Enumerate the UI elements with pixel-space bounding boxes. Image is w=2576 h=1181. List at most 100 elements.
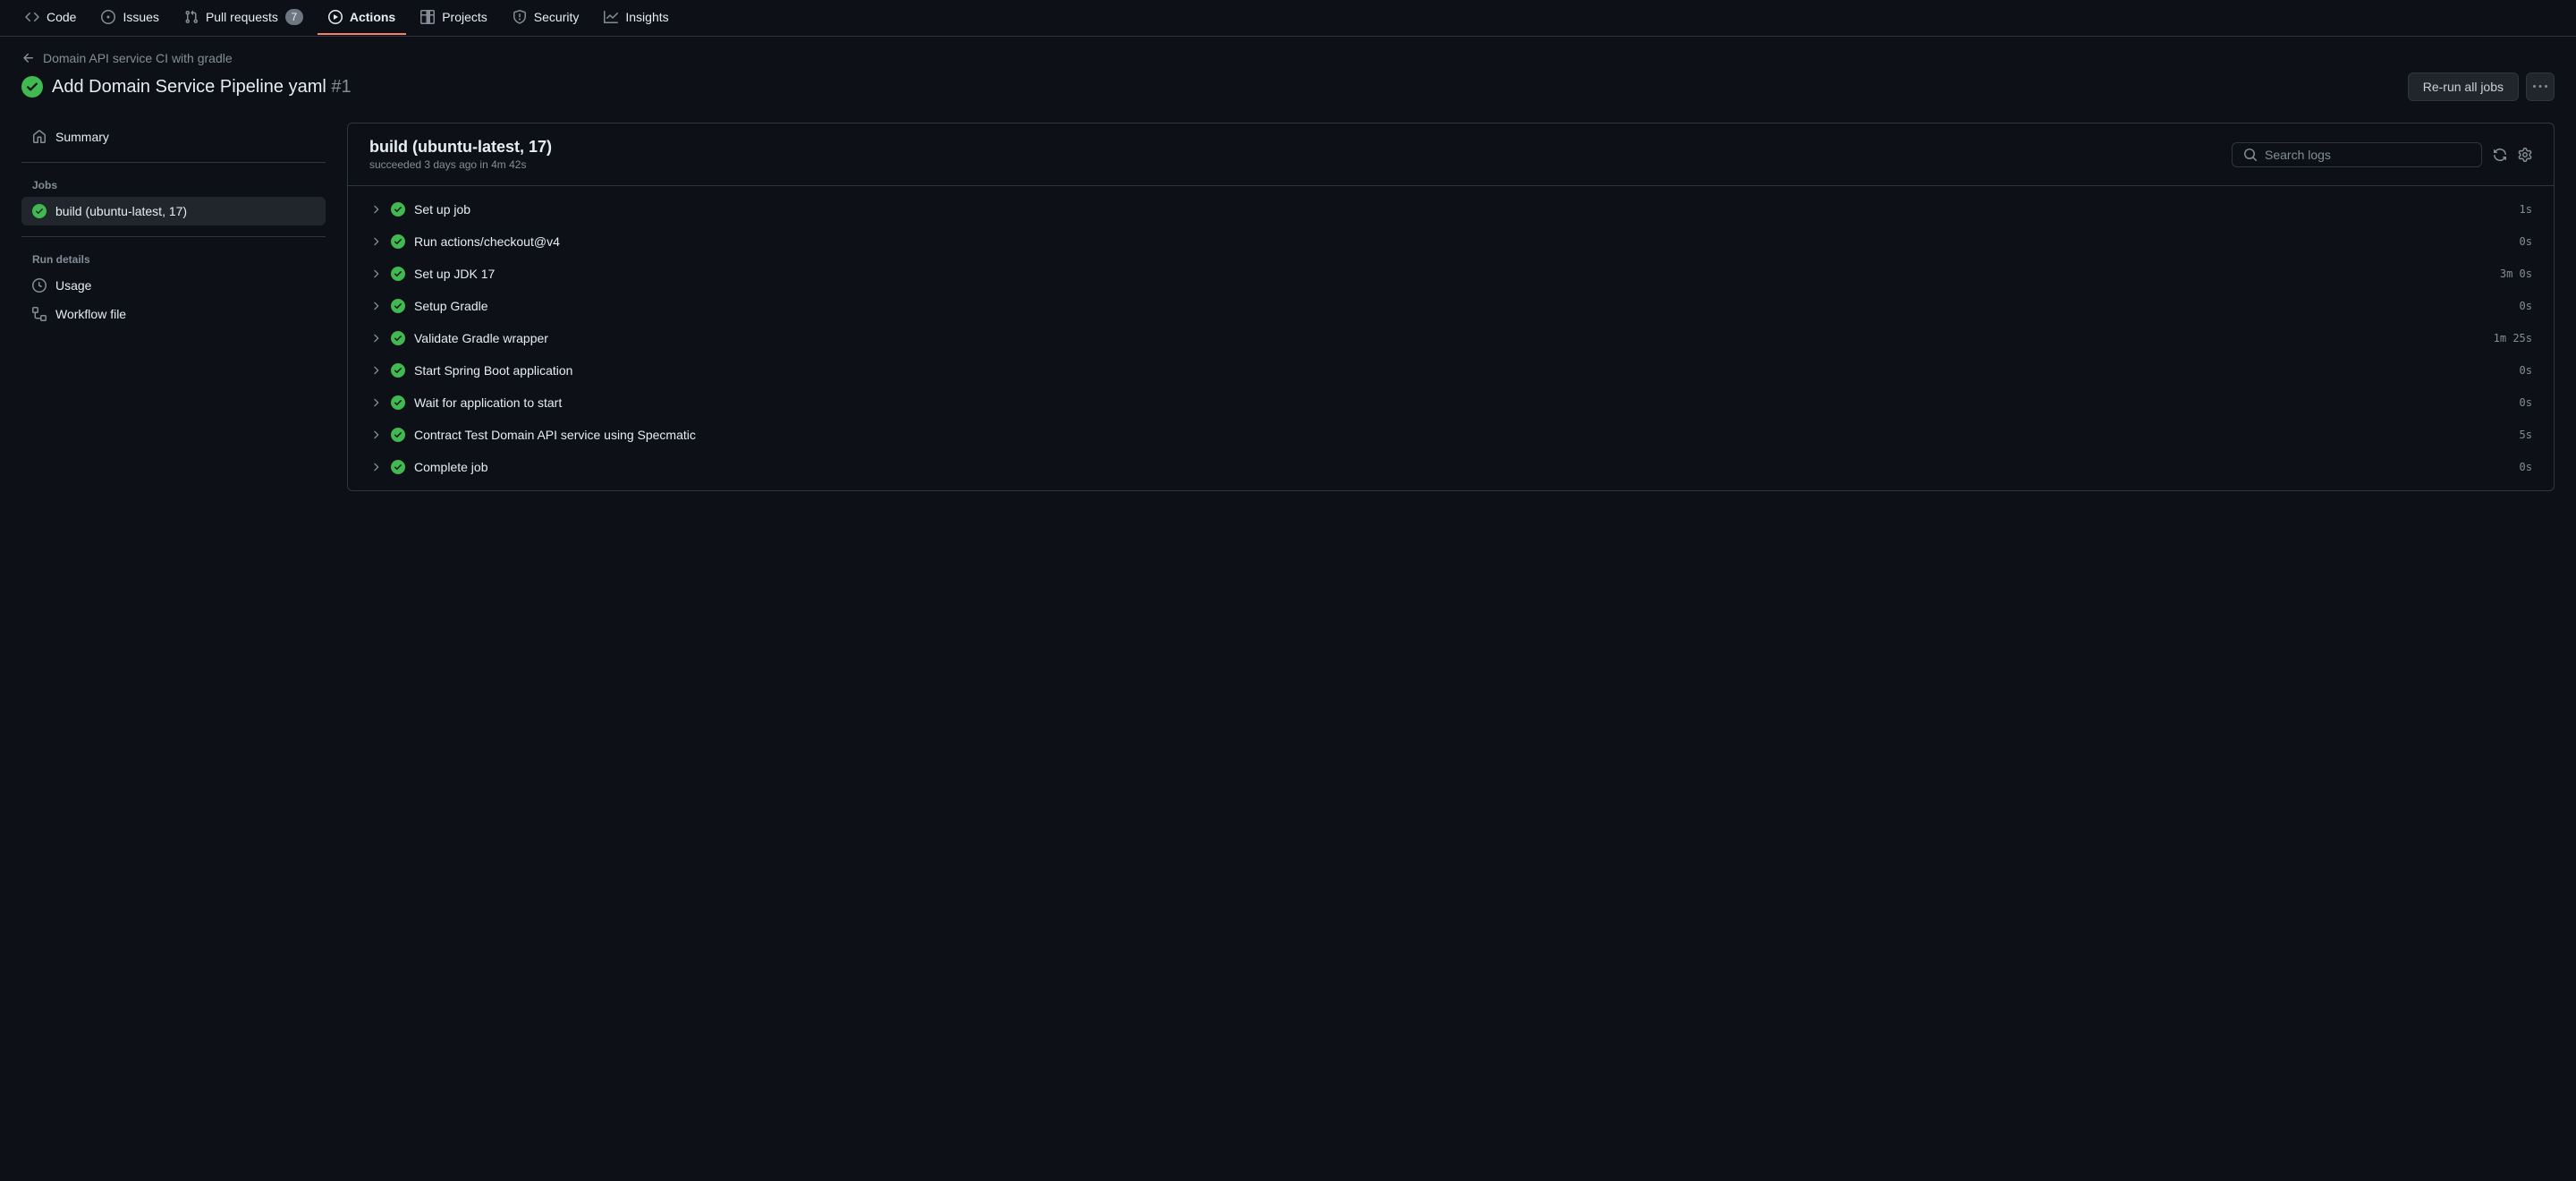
chevron-right-icon: [369, 300, 382, 312]
success-check-icon: [391, 202, 405, 217]
step-row[interactable]: Contract Test Domain API service using S…: [348, 419, 2554, 451]
step-row[interactable]: Validate Gradle wrapper 1m 25s: [348, 322, 2554, 354]
kebab-icon: [2533, 80, 2547, 94]
step-row[interactable]: Complete job 0s: [348, 451, 2554, 483]
nav-code-label: Code: [47, 10, 76, 24]
success-check-icon: [32, 204, 47, 218]
sidebar: Summary Jobs build (ubuntu-latest, 17) R…: [21, 123, 326, 491]
pull-request-icon: [184, 10, 199, 24]
step-row[interactable]: Setup Gradle 0s: [348, 290, 2554, 322]
chevron-right-icon: [369, 203, 382, 216]
success-check-icon: [391, 299, 405, 313]
nav-security[interactable]: Security: [502, 1, 590, 35]
home-icon: [32, 130, 47, 144]
success-check-icon: [391, 331, 405, 345]
nav-insights-label: Insights: [625, 10, 668, 24]
job-item-label: build (ubuntu-latest, 17): [55, 204, 187, 218]
content-layout: Summary Jobs build (ubuntu-latest, 17) R…: [21, 123, 2555, 491]
chevron-right-icon: [369, 396, 382, 409]
run-title-text: Add Domain Service Pipeline yaml: [52, 77, 326, 97]
repo-nav: Code Issues Pull requests 7 Actions Proj…: [0, 0, 2576, 37]
code-icon: [25, 10, 39, 24]
chevron-right-icon: [369, 235, 382, 248]
more-options-button[interactable]: [2526, 72, 2555, 101]
chevron-right-icon: [369, 268, 382, 280]
run-details-heading: Run details: [21, 248, 326, 271]
nav-actions[interactable]: Actions: [318, 1, 406, 35]
step-name: Setup Gradle: [414, 299, 2511, 313]
nav-issues-label: Issues: [123, 10, 158, 24]
search-box[interactable]: [2232, 142, 2482, 167]
step-name: Contract Test Domain API service using S…: [414, 428, 2511, 442]
nav-insights[interactable]: Insights: [593, 1, 679, 35]
nav-projects-label: Projects: [442, 10, 487, 24]
main-panel: build (ubuntu-latest, 17) succeeded 3 da…: [347, 123, 2555, 491]
step-duration: 0s: [2520, 364, 2532, 377]
rerun-button[interactable]: Re-run all jobs: [2408, 72, 2519, 101]
sidebar-usage-label: Usage: [55, 278, 91, 293]
step-name: Set up job: [414, 202, 2511, 217]
sidebar-summary-label: Summary: [55, 130, 109, 144]
steps-list: Set up job 1s Run actions/checkout@v4 0s…: [348, 186, 2554, 490]
issue-icon: [101, 10, 115, 24]
step-duration: 0s: [2520, 396, 2532, 409]
nav-issues[interactable]: Issues: [90, 1, 169, 35]
step-name: Start Spring Boot application: [414, 363, 2511, 378]
graph-icon: [604, 10, 618, 24]
step-row[interactable]: Wait for application to start 0s: [348, 387, 2554, 419]
sidebar-workflow-file[interactable]: Workflow file: [21, 300, 326, 328]
step-name: Set up JDK 17: [414, 267, 2491, 281]
panel-controls: [2232, 142, 2532, 167]
title-row: Add Domain Service Pipeline yaml #1: [21, 76, 352, 98]
breadcrumb-workflow-link[interactable]: Domain API service CI with gradle: [43, 51, 233, 65]
step-name: Run actions/checkout@v4: [414, 234, 2511, 249]
panel-header: build (ubuntu-latest, 17) succeeded 3 da…: [348, 123, 2554, 186]
divider: [21, 162, 326, 163]
shield-icon: [513, 10, 527, 24]
step-row[interactable]: Start Spring Boot application 0s: [348, 354, 2554, 387]
gear-icon[interactable]: [2518, 148, 2532, 162]
panel-subtitle: succeeded 3 days ago in 4m 42s: [369, 158, 552, 171]
table-icon: [420, 10, 435, 24]
step-row[interactable]: Set up job 1s: [348, 193, 2554, 225]
panel-title-group: build (ubuntu-latest, 17) succeeded 3 da…: [369, 138, 552, 171]
divider: [21, 236, 326, 237]
meter-icon: [32, 278, 47, 293]
job-item-build[interactable]: build (ubuntu-latest, 17): [21, 197, 326, 225]
step-duration: 1s: [2520, 203, 2532, 216]
nav-pulls[interactable]: Pull requests 7: [174, 0, 314, 36]
play-icon: [328, 10, 343, 24]
sidebar-workflow-file-label: Workflow file: [55, 307, 126, 321]
panel-title: build (ubuntu-latest, 17): [369, 138, 552, 157]
chevron-right-icon: [369, 332, 382, 344]
nav-code[interactable]: Code: [14, 1, 87, 35]
sidebar-usage[interactable]: Usage: [21, 271, 326, 300]
step-duration: 0s: [2520, 300, 2532, 312]
run-number: #1: [331, 77, 351, 97]
sync-icon[interactable]: [2493, 148, 2507, 162]
step-row[interactable]: Run actions/checkout@v4 0s: [348, 225, 2554, 258]
search-input[interactable]: [2265, 148, 2470, 162]
step-duration: 1m 25s: [2494, 332, 2532, 344]
workflow-icon: [32, 307, 47, 321]
step-duration: 3m 0s: [2500, 268, 2532, 280]
success-check-icon: [391, 395, 405, 410]
arrow-left-icon[interactable]: [21, 51, 36, 65]
step-row[interactable]: Set up JDK 17 3m 0s: [348, 258, 2554, 290]
step-name: Validate Gradle wrapper: [414, 331, 2485, 345]
chevron-right-icon: [369, 364, 382, 377]
success-check-icon: [21, 76, 43, 98]
step-name: Wait for application to start: [414, 395, 2511, 410]
pulls-count-badge: 7: [285, 9, 303, 25]
nav-actions-label: Actions: [350, 10, 395, 24]
success-check-icon: [391, 460, 405, 474]
main-container: Domain API service CI with gradle Add Do…: [0, 37, 2576, 506]
success-check-icon: [391, 428, 405, 442]
sidebar-summary[interactable]: Summary: [21, 123, 326, 151]
breadcrumb: Domain API service CI with gradle: [21, 51, 2555, 65]
step-name: Complete job: [414, 460, 2511, 474]
step-duration: 5s: [2520, 429, 2532, 441]
nav-projects[interactable]: Projects: [410, 1, 498, 35]
search-icon: [2243, 148, 2258, 162]
header-actions: Re-run all jobs: [2408, 72, 2555, 101]
